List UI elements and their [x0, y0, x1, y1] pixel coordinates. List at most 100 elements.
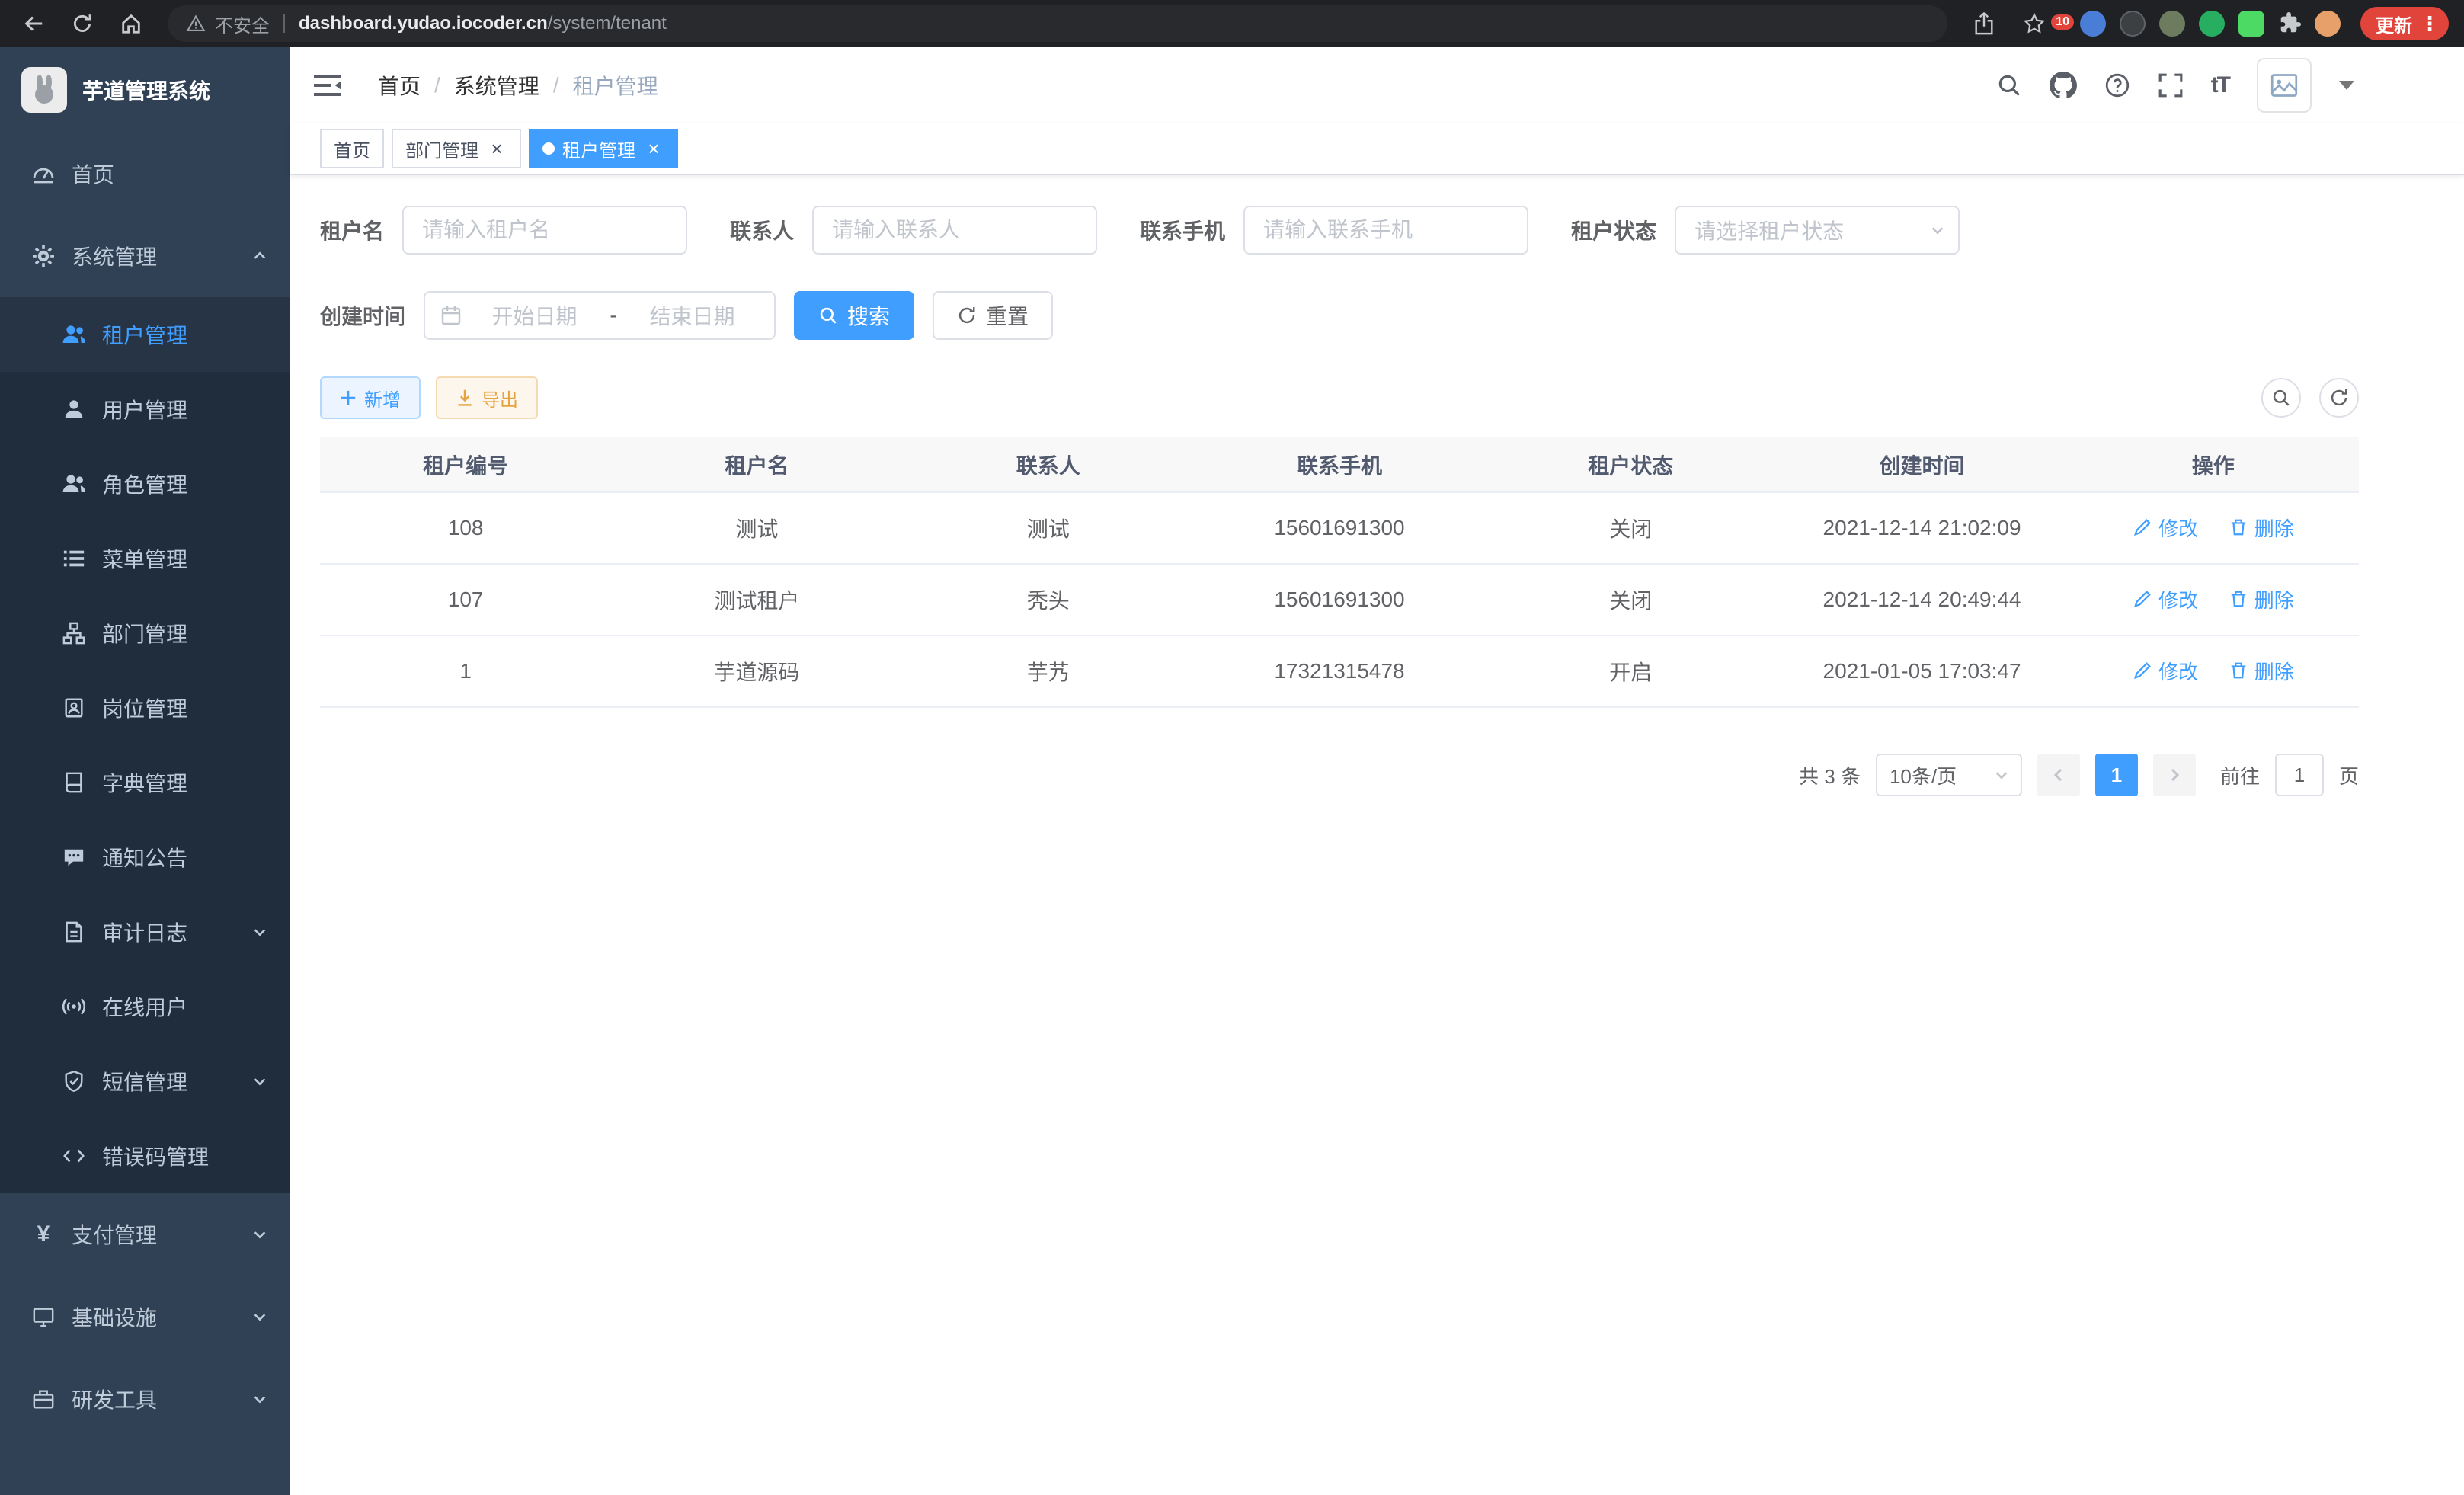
edit-label: 修改 [2158, 514, 2198, 542]
close-icon[interactable]: × [486, 138, 507, 159]
goto-page-input[interactable] [2275, 754, 2324, 796]
tab-dept[interactable]: 部门管理 × [392, 129, 521, 168]
logo[interactable]: 芋道管理系统 [0, 47, 290, 133]
github-icon[interactable] [2050, 72, 2077, 99]
avatar[interactable] [2257, 58, 2312, 113]
tenant-status-select[interactable]: 请选择租户状态 [1675, 206, 1960, 255]
sidebar-item-sms[interactable]: 短信管理 [0, 1044, 290, 1119]
edit-icon [2133, 517, 2152, 537]
chevron-down-icon [251, 1308, 268, 1325]
delete-label: 删除 [2254, 585, 2294, 613]
avatar-caret-icon[interactable] [2339, 81, 2354, 90]
refresh-button[interactable] [2319, 378, 2359, 418]
tags-view: 首页 部门管理 × 租户管理 × [290, 123, 2464, 175]
extension-icon-4[interactable] [2159, 11, 2185, 37]
breadcrumb-home[interactable]: 首页 [378, 70, 421, 101]
extension-icon-2[interactable] [2080, 11, 2106, 37]
page-size-value: 10条/页 [1890, 761, 1957, 789]
export-label: 导出 [482, 385, 518, 411]
sidebar-collapse-icon[interactable] [314, 73, 341, 98]
sidebar-item-label: 字典管理 [102, 767, 187, 798]
extension-icon-6[interactable] [2238, 11, 2264, 37]
back-icon[interactable] [15, 5, 52, 42]
page-number-button[interactable]: 1 [2095, 754, 2138, 796]
column-header: 联系人 [903, 437, 1194, 492]
table-row: 108 测试 测试 15601691300 关闭 2021-12-14 21:0… [320, 492, 2359, 564]
security-label: 不安全 [215, 11, 270, 37]
sidebar-item-dict[interactable]: 字典管理 [0, 745, 290, 820]
sidebar-item-system[interactable]: 系统管理 [0, 215, 290, 297]
export-button[interactable]: 导出 [436, 376, 538, 419]
edit-link[interactable]: 修改 [2133, 657, 2198, 685]
extension-icon-5[interactable] [2199, 11, 2225, 37]
extensions-puzzle-icon[interactable] [2278, 12, 2301, 35]
sidebar-item-tenant[interactable]: 租户管理 [0, 297, 290, 372]
column-header: 租户编号 [320, 437, 611, 492]
search-icon[interactable] [1996, 72, 2022, 98]
extension-badge: 10 [2051, 14, 2074, 30]
tab-home[interactable]: 首页 [320, 129, 384, 168]
tenant-table: 租户编号 租户名 联系人 联系手机 租户状态 创建时间 操作 108 测试 [320, 437, 2359, 708]
home-icon[interactable] [113, 5, 149, 42]
fullscreen-icon[interactable] [2158, 72, 2184, 98]
cell-status: 关闭 [1485, 564, 1776, 635]
delete-link[interactable]: 删除 [2229, 585, 2294, 613]
reset-button[interactable]: 重置 [933, 291, 1053, 340]
sidebar-item-online-users[interactable]: 在线用户 [0, 969, 290, 1044]
start-date-placeholder: 开始日期 [468, 300, 601, 331]
code-icon [61, 1143, 87, 1169]
filter-contact: 联系人 [730, 206, 1097, 255]
update-button[interactable]: 更新 ⋮ [2360, 7, 2449, 40]
sidebar-item-audit-log[interactable]: 审计日志 [0, 895, 290, 969]
help-icon[interactable] [2104, 72, 2130, 98]
sidebar-item-users[interactable]: 用户管理 [0, 372, 290, 447]
sidebar-item-roles[interactable]: 角色管理 [0, 447, 290, 521]
sidebar-submenu-system: 租户管理 用户管理 角色管理 [0, 297, 290, 1193]
table-row: 107 测试租户 秃头 15601691300 关闭 2021-12-14 20… [320, 564, 2359, 635]
sidebar-item-posts[interactable]: 岗位管理 [0, 671, 290, 745]
page-size-select[interactable]: 10条/页 [1876, 754, 2022, 796]
contact-input[interactable] [812, 206, 1097, 255]
edit-link[interactable]: 修改 [2133, 514, 2198, 542]
edit-link[interactable]: 修改 [2133, 585, 2198, 613]
delete-link[interactable]: 删除 [2229, 657, 2294, 685]
share-icon[interactable] [1966, 5, 2002, 42]
sidebar-item-infrastructure[interactable]: 基础设施 [0, 1276, 290, 1358]
tab-tenant[interactable]: 租户管理 × [529, 129, 678, 168]
sidebar-item-label: 研发工具 [72, 1384, 157, 1414]
field-label: 租户名 [320, 215, 384, 245]
font-size-icon[interactable]: tT [2211, 72, 2229, 98]
search-button[interactable]: 搜索 [794, 291, 914, 340]
sidebar: 芋道管理系统 首页 系统管理 [0, 47, 290, 1495]
phone-input[interactable] [1243, 206, 1528, 255]
extension-icon-3[interactable] [2120, 11, 2146, 37]
sidebar-item-payment[interactable]: ¥ 支付管理 [0, 1193, 290, 1276]
next-page-button[interactable] [2153, 754, 2196, 796]
breadcrumb-system[interactable]: 系统管理 [454, 70, 539, 101]
field-label: 创建时间 [320, 300, 405, 331]
sidebar-item-label: 审计日志 [102, 917, 187, 947]
sidebar-item-home[interactable]: 首页 [0, 133, 290, 215]
sidebar-item-label: 基础设施 [72, 1301, 157, 1332]
sidebar-item-error-codes[interactable]: 错误码管理 [0, 1119, 290, 1193]
prev-page-button[interactable] [2037, 754, 2080, 796]
sidebar-item-depts[interactable]: 部门管理 [0, 596, 290, 671]
sidebar-item-menus[interactable]: 菜单管理 [0, 521, 290, 596]
table-header-row: 租户编号 租户名 联系人 联系手机 租户状态 创建时间 操作 [320, 437, 2359, 492]
bookmark-star-icon[interactable] [2016, 5, 2053, 42]
cell-contact: 秃头 [903, 564, 1194, 635]
sidebar-item-dev-tools[interactable]: 研发工具 [0, 1358, 290, 1440]
close-icon[interactable]: × [643, 138, 664, 159]
delete-link[interactable]: 删除 [2229, 514, 2294, 542]
tenant-name-input[interactable] [402, 206, 687, 255]
sidebar-item-label: 系统管理 [72, 241, 157, 271]
create-time-range-picker[interactable]: 开始日期 - 结束日期 [424, 291, 776, 340]
reload-icon[interactable] [64, 5, 101, 42]
main-area: 首页 / 系统管理 / 租户管理 [290, 47, 2464, 1495]
chevron-down-icon [251, 1391, 268, 1407]
sidebar-item-notice[interactable]: 通知公告 [0, 820, 290, 895]
add-button[interactable]: 新增 [320, 376, 421, 419]
profile-avatar[interactable] [2315, 11, 2341, 37]
address-bar[interactable]: 不安全 dashboard.yudao.iocoder.cn /system/t… [168, 5, 1947, 42]
toggle-search-button[interactable] [2261, 378, 2301, 418]
